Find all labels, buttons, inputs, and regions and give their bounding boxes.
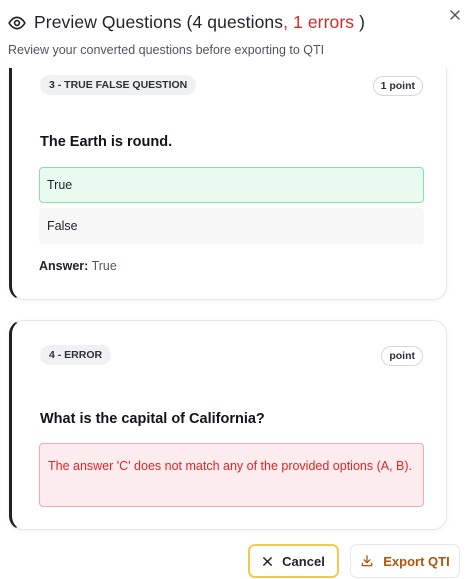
question-type-badge: 4 - ERROR: [40, 345, 112, 365]
dialog-header: Preview Questions (4 questions, 1 errors…: [0, 0, 467, 68]
answer-label: Answer:: [39, 259, 89, 273]
x-icon: [262, 556, 273, 567]
question-card-error: 4 - ERROR point What is the capital of C…: [9, 320, 447, 530]
cancel-button[interactable]: Cancel: [248, 544, 339, 578]
title-error-count: , 1 errors: [283, 12, 355, 32]
export-label: Export QTI: [383, 553, 450, 569]
option[interactable]: False: [39, 208, 424, 244]
eye-icon: [8, 13, 28, 33]
answer-value: True: [91, 259, 117, 273]
cancel-label: Cancel: [282, 553, 325, 569]
points-badge: 1 point: [372, 76, 423, 96]
answer-line: Answer: True: [39, 259, 117, 273]
questions-list[interactable]: 3 - TRUE FALSE QUESTION 1 point The Eart…: [0, 68, 467, 540]
points-badge: point: [381, 346, 423, 366]
download-icon: [360, 554, 374, 568]
error-message: The answer 'C' does not match any of the…: [39, 443, 424, 507]
dialog-subtitle: Review your converted questions before e…: [8, 43, 325, 57]
question-type-badge: 3 - TRUE FALSE QUESTION: [40, 75, 197, 95]
question-card: 3 - TRUE FALSE QUESTION 1 point The Eart…: [9, 68, 447, 300]
dialog-title-row: Preview Questions (4 questions, 1 errors…: [8, 12, 365, 33]
title-count: Preview Questions (4 questions: [34, 12, 284, 32]
question-text: What is the capital of California?: [40, 411, 265, 427]
dialog-footer: Cancel Export QTI: [0, 540, 467, 579]
question-text: The Earth is round.: [40, 134, 173, 150]
export-qti-button[interactable]: Export QTI: [350, 544, 460, 578]
dialog-title: Preview Questions (4 questions, 1 errors…: [34, 12, 365, 33]
close-icon[interactable]: [449, 8, 461, 20]
title-close-paren: ): [359, 12, 366, 32]
option-correct[interactable]: True: [39, 167, 424, 203]
